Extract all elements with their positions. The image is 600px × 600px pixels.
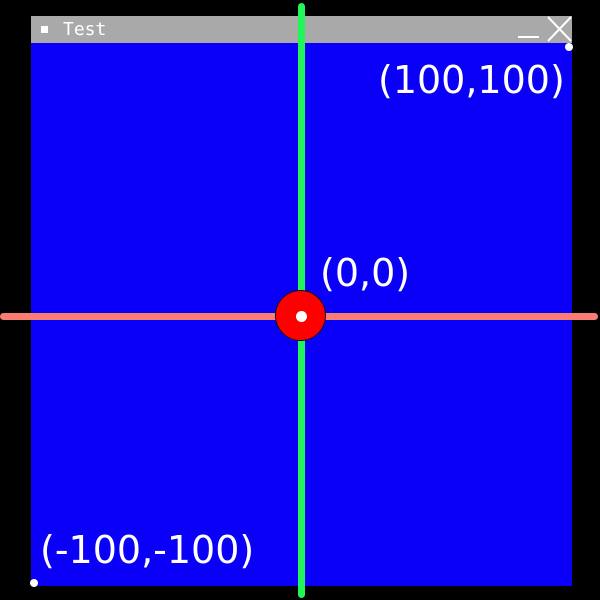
minimize-icon bbox=[518, 36, 539, 38]
bottom-left-coordinate-label: (-100,-100) bbox=[40, 528, 255, 572]
close-button[interactable] bbox=[544, 16, 572, 43]
top-right-coordinate-label: (100,100) bbox=[378, 58, 565, 102]
screen: Test (100,100) (0,0) (-100,-100) bbox=[0, 0, 600, 600]
bottom-left-point bbox=[30, 579, 38, 587]
origin-point bbox=[296, 311, 307, 322]
close-icon bbox=[547, 16, 572, 42]
minimize-button[interactable] bbox=[515, 20, 541, 40]
origin-coordinate-label: (0,0) bbox=[320, 251, 411, 295]
window-menu-icon[interactable] bbox=[41, 26, 48, 33]
window-title: Test bbox=[63, 19, 107, 40]
top-right-point bbox=[565, 43, 573, 51]
